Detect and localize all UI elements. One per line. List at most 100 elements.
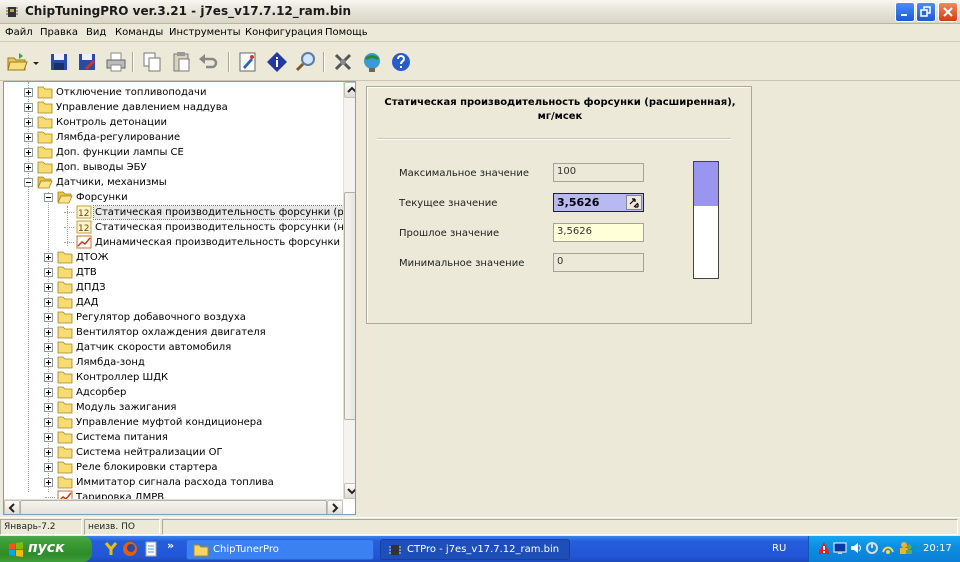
expand-toggle[interactable] — [44, 433, 53, 442]
menu-configuration[interactable]: Конфигурация — [245, 27, 323, 38]
network-icon[interactable] — [361, 51, 383, 73]
save-icon[interactable] — [48, 51, 70, 73]
menu-tools[interactable]: Инструменты — [169, 27, 241, 38]
expand-toggle[interactable] — [44, 448, 53, 457]
menu-commands[interactable]: Команды — [115, 27, 163, 38]
expand-toggle[interactable] — [24, 103, 33, 112]
expand-toggle[interactable] — [44, 313, 53, 322]
settings-icon[interactable] — [332, 51, 354, 73]
tree-item[interactable]: Регулятор добавочного воздуха — [4, 310, 343, 325]
search-icon[interactable] — [295, 51, 317, 73]
tree-item[interactable]: Динамическая производительность форсунки — [4, 235, 343, 250]
expand-toggle[interactable] — [24, 118, 33, 127]
tree-item[interactable]: Контроллер ШДК — [4, 370, 343, 385]
restore-button[interactable] — [916, 2, 936, 22]
save-as-icon[interactable] — [76, 51, 98, 73]
expand-toggle[interactable] — [24, 148, 33, 157]
dropdown-arrow-icon[interactable] — [31, 51, 41, 73]
taskbar-item-chiptunerpro[interactable]: ChipTunerPro — [186, 539, 374, 560]
expand-toggle[interactable] — [44, 358, 53, 367]
vertical-scrollbar[interactable] — [343, 82, 355, 499]
tree-item[interactable]: 12 Статическая производительность форсунк… — [4, 220, 355, 235]
tree-item[interactable]: Лямбда-регулирование — [4, 130, 343, 145]
expand-toggle[interactable] — [44, 418, 53, 427]
tree-item[interactable]: ДАД — [4, 295, 343, 310]
expand-toggle[interactable] — [24, 163, 33, 172]
tree-item[interactable]: ДТОЖ — [4, 250, 343, 265]
tree-item[interactable]: Управление муфтой кондиционера — [4, 415, 343, 430]
horizontal-scrollbar[interactable] — [4, 499, 343, 514]
scroll-right-button[interactable] — [327, 500, 343, 514]
expand-toggle[interactable] — [44, 283, 53, 292]
language-indicator[interactable]: RU — [772, 543, 786, 554]
collapse-toggle[interactable] — [24, 178, 33, 187]
menu-file[interactable]: Файл — [5, 27, 33, 38]
tree-item[interactable]: Реле блокировки стартера — [4, 460, 343, 475]
expand-toggle[interactable] — [24, 133, 33, 142]
menu-edit[interactable]: Правка — [40, 27, 78, 38]
power-icon[interactable] — [865, 541, 879, 555]
tree-item[interactable]: Вентилятор охлаждения двигателя — [4, 325, 343, 340]
users-icon[interactable] — [899, 541, 913, 555]
tree-item[interactable]: Форсунки — [4, 190, 343, 205]
expand-toggle[interactable] — [44, 388, 53, 397]
properties-icon[interactable] — [237, 51, 259, 73]
quicklaunch-more[interactable]: » — [167, 539, 174, 552]
undo-icon[interactable] — [197, 51, 219, 73]
scroll-up-button[interactable] — [344, 82, 355, 98]
tree-item[interactable]: ДТВ — [4, 265, 343, 280]
tree-item[interactable]: Датчик скорости автомобиля — [4, 340, 343, 355]
tree-item[interactable]: ДПДЗ — [4, 280, 343, 295]
expand-toggle[interactable] — [44, 403, 53, 412]
tree-item[interactable]: Доп. выводы ЭБУ — [4, 160, 343, 175]
menu-help[interactable]: Помощь — [325, 27, 368, 38]
tree-item[interactable]: Контроль детонации — [4, 115, 343, 130]
expand-toggle[interactable] — [44, 298, 53, 307]
collapse-toggle[interactable] — [44, 193, 53, 202]
tree-item[interactable]: Иммитатор сигнала расхода топлива — [4, 475, 343, 490]
expand-toggle[interactable] — [24, 88, 33, 97]
tree-item[interactable]: Лямбда-зонд — [4, 355, 343, 370]
value-spin-button[interactable] — [626, 195, 642, 210]
horizontal-scroll-thumb[interactable] — [20, 500, 327, 514]
tree-item[interactable]: Датчики, механизмы — [4, 175, 343, 190]
copy-icon[interactable] — [141, 51, 163, 73]
volume-icon[interactable] — [849, 541, 863, 555]
expand-toggle[interactable] — [44, 328, 53, 337]
expand-toggle[interactable] — [44, 268, 53, 277]
close-button[interactable] — [938, 2, 958, 22]
tree-item[interactable]: Отключение топливоподачи — [4, 85, 343, 100]
scroll-left-button[interactable] — [4, 500, 20, 514]
info-icon[interactable] — [266, 51, 288, 73]
tree-view[interactable]: Отключение топливоподачи Управление давле… — [3, 81, 356, 515]
help-icon[interactable] — [390, 51, 412, 73]
network-connection-icon[interactable] — [881, 541, 895, 555]
tree-item[interactable]: 12 Статическая производительность форсунк… — [4, 205, 355, 220]
expand-toggle[interactable] — [44, 343, 53, 352]
minimize-button[interactable] — [895, 2, 915, 22]
firefox-icon[interactable] — [122, 541, 138, 557]
tree-item[interactable]: Система нейтрализации ОГ — [4, 445, 343, 460]
expand-toggle[interactable] — [44, 373, 53, 382]
menu-view[interactable]: Вид — [86, 27, 106, 38]
tree-item[interactable]: Управление давлением наддува — [4, 100, 343, 115]
tree-item[interactable]: Модуль зажигания — [4, 400, 343, 415]
current-value-input[interactable]: 3,5626 — [553, 193, 644, 212]
vertical-scroll-thumb[interactable] — [344, 192, 355, 420]
expand-toggle[interactable] — [44, 253, 53, 262]
messenger-icon[interactable] — [103, 541, 119, 557]
open-icon[interactable] — [6, 51, 28, 73]
expand-toggle[interactable] — [44, 478, 53, 487]
start-button[interactable]: пуск — [0, 536, 92, 562]
paste-icon[interactable] — [170, 51, 192, 73]
tree-item[interactable]: Адсорбер — [4, 385, 343, 400]
monitor-icon[interactable] — [833, 541, 847, 555]
taskbar-item-ctpro[interactable]: CTPro - j7es_v17.7.12_ram.bin — [380, 539, 570, 560]
print-icon[interactable] — [105, 51, 127, 73]
notepad-icon[interactable] — [143, 541, 159, 557]
tree-item[interactable]: Система питания — [4, 430, 343, 445]
warning-icon[interactable] — [817, 541, 831, 555]
scroll-down-button[interactable] — [344, 483, 355, 499]
expand-toggle[interactable] — [44, 463, 53, 472]
tree-item[interactable]: Доп. функции лампы CE — [4, 145, 343, 160]
